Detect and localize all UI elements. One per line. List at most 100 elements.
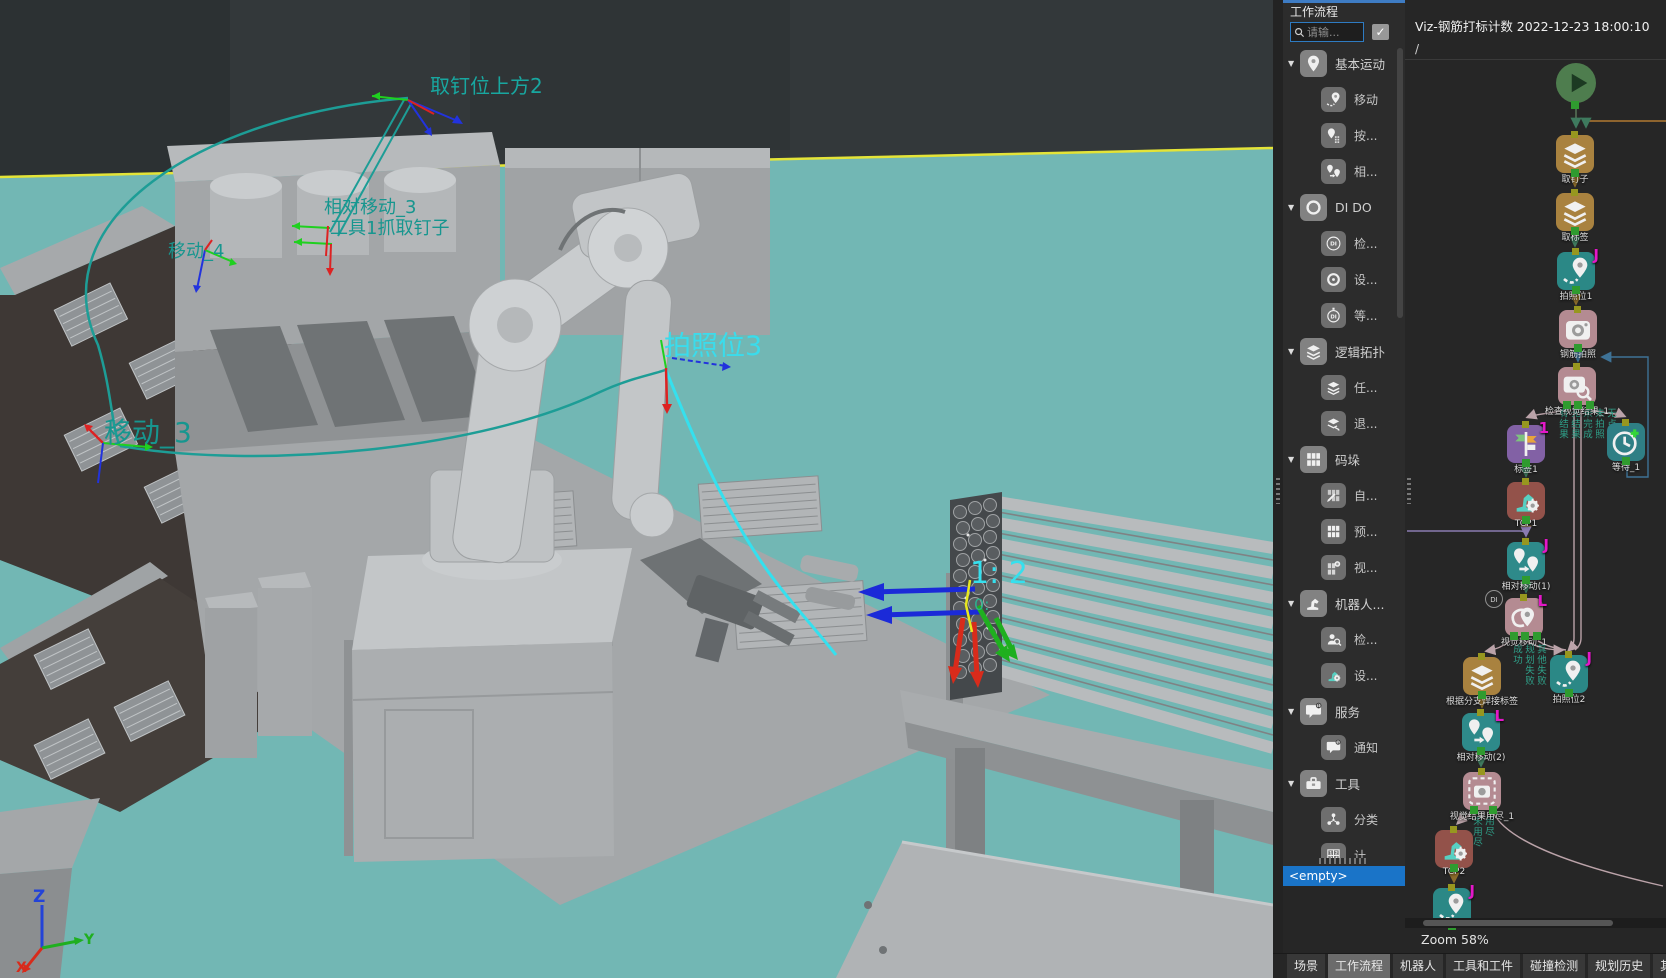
waypoint-label-photo3[interactable]: 拍照位3 xyxy=(664,331,762,362)
tree-item-机器人[interactable]: ▼ 机器人... xyxy=(1283,585,1405,621)
workflow-node-检查视觉结果_1[interactable]: 检查视觉结果_1 xyxy=(1558,367,1596,405)
3d-viewport[interactable]: 取钉位上方2 相对移动_3 工具1抓取钉子 移动_4 拍照位3 移动_3 1: … xyxy=(0,0,1273,978)
svg-text:1: 1 xyxy=(1329,850,1332,856)
workflow-node-视觉移动_1[interactable]: LDI视觉移动_1 xyxy=(1505,598,1543,636)
scrollbar-handle[interactable] xyxy=(1423,920,1613,926)
zoom-level-label: Zoom 58% xyxy=(1421,932,1489,947)
pallet-edit-icon xyxy=(1325,487,1342,504)
tree-item-工具[interactable]: ▼工具 xyxy=(1283,765,1405,801)
layers-icon xyxy=(1466,660,1498,692)
tree-item-自[interactable]: 自... xyxy=(1283,477,1405,513)
search-input[interactable] xyxy=(1305,25,1360,40)
camera-dashed-icon xyxy=(1466,775,1498,807)
workflow-node-标签1[interactable]: 1标签1 xyxy=(1507,425,1545,463)
workflow-graph-panel[interactable]: 取钉子取标签 J拍照位1 钢筋拍照检查视觉结果_1 1标签1 等待_1 TCP1 J相对移动… xyxy=(1405,0,1666,953)
expander-arrow-icon[interactable]: ▼ xyxy=(1288,779,1294,788)
node-badge: J xyxy=(1586,649,1592,667)
output-port xyxy=(1450,864,1458,872)
workflow-node-等待_1[interactable]: 等待_1 xyxy=(1607,423,1645,461)
path-pin-icon xyxy=(1508,601,1540,633)
graph-splitter-grip[interactable] xyxy=(1407,478,1411,504)
tree-item-计[interactable]: 1234计... xyxy=(1283,837,1405,858)
tree-item-按[interactable]: 按... xyxy=(1283,117,1405,153)
output-port xyxy=(1563,401,1571,409)
tree-item-任[interactable]: 任... xyxy=(1283,369,1405,405)
pallet-cam-icon xyxy=(1325,559,1342,576)
filter-checkbox[interactable]: ✓ xyxy=(1372,24,1389,40)
workflow-node-TCP1[interactable]: TCP1 xyxy=(1507,482,1545,520)
layers-icon xyxy=(1325,379,1342,396)
robot-icon xyxy=(1304,594,1323,613)
tree-item-预[interactable]: 预... xyxy=(1283,513,1405,549)
camera-icon xyxy=(1562,313,1594,345)
waypoint-label-tool-grab[interactable]: 工具1抓取钉子 xyxy=(330,218,449,239)
tree-item-设[interactable]: 设... xyxy=(1283,261,1405,297)
tree-item-逻辑拓扑[interactable]: ▼逻辑拓扑 xyxy=(1283,333,1405,369)
input-port xyxy=(1450,826,1457,833)
bottom-tab-工作流程[interactable]: 工作流程 xyxy=(1328,954,1390,978)
tree-item-检[interactable]: 检... xyxy=(1283,621,1405,657)
bottom-tab-其他[interactable]: 其他 xyxy=(1653,954,1666,978)
workflow-node-根据分支焊接标签[interactable]: 根据分支焊接标签 xyxy=(1463,657,1501,695)
tree-item-移动[interactable]: 移动 xyxy=(1283,81,1405,117)
tree-item-服务[interactable]: ▼1服务 xyxy=(1283,693,1405,729)
tree-item-码垛[interactable]: ▼码垛 xyxy=(1283,441,1405,477)
expander-arrow-icon[interactable]: ▼ xyxy=(1288,455,1294,464)
output-port xyxy=(1510,632,1518,640)
waypoint-label-move4[interactable]: 移动_4 xyxy=(168,241,224,262)
workflow-node-取标签[interactable]: 取标签 xyxy=(1556,193,1594,231)
search-box[interactable] xyxy=(1290,22,1364,42)
bottom-tab-场景[interactable]: 场景 xyxy=(1287,954,1325,978)
bottom-tab-碰撞检测[interactable]: 碰撞检测 xyxy=(1523,954,1585,978)
workflow-node-钢筋拍照[interactable]: 钢筋拍照 xyxy=(1559,310,1597,348)
play-icon xyxy=(1559,66,1593,100)
workflow-node-相对移动(2)[interactable]: L相对移动(2) xyxy=(1462,713,1500,751)
expander-arrow-icon[interactable]: ▼ xyxy=(1288,707,1294,716)
workflow-node-拍照位1[interactable]: J拍照位1 xyxy=(1557,252,1595,290)
tree-item-设[interactable]: 设... xyxy=(1283,657,1405,693)
tree-item-分类[interactable]: 分类 xyxy=(1283,801,1405,837)
layers-exit-icon xyxy=(1325,415,1342,432)
expander-arrow-icon[interactable]: ▼ xyxy=(1288,59,1294,68)
graph-title: Viz-钢筋打标计数 2022-12-23 18:00:10 xyxy=(1405,0,1666,42)
circle-icon xyxy=(1304,198,1323,217)
expander-arrow-icon[interactable]: ▼ xyxy=(1288,347,1294,356)
tree-item-label: 任... xyxy=(1354,379,1377,396)
viewport-panel-splitter[interactable] xyxy=(1273,0,1283,953)
expander-arrow-icon[interactable]: ▼ xyxy=(1288,203,1294,212)
layers-icon xyxy=(1559,138,1591,170)
empty-list-item[interactable]: <empty> xyxy=(1283,866,1405,886)
tree-item-基本运动[interactable]: ▼基本运动 xyxy=(1283,45,1405,81)
splitter-grip[interactable] xyxy=(1276,478,1280,504)
tree-scrollbar[interactable] xyxy=(1397,48,1403,318)
pin-pair-icon xyxy=(1465,716,1497,748)
expander-arrow-icon[interactable]: ▼ xyxy=(1288,599,1294,608)
bottom-tab-工具和工件[interactable]: 工具和工件 xyxy=(1446,954,1520,978)
tree-item-label: 计... xyxy=(1354,847,1377,859)
workflow-node-相对移动(1)[interactable]: J相对移动(1) xyxy=(1507,542,1545,580)
input-port xyxy=(1478,653,1485,660)
graph-hscrollbar[interactable] xyxy=(1405,918,1666,928)
edge-branch-labels: 成功规划失败其他失败 xyxy=(1511,644,1547,686)
tree-item-DIDO[interactable]: ▼DI DO xyxy=(1283,189,1405,225)
tree-item-通知[interactable]: 1通知 xyxy=(1283,729,1405,765)
output-port xyxy=(1572,286,1580,294)
workflow-node-取钉子[interactable]: 取钉子 xyxy=(1556,135,1594,173)
tree-splitter-grip[interactable] xyxy=(1319,858,1369,864)
workflow-node-视觉结果用尽_1[interactable]: 视觉结果用尽_1 xyxy=(1463,772,1501,810)
tree-item-等[interactable]: DI等... xyxy=(1283,297,1405,333)
tree-item-视[interactable]: 视... xyxy=(1283,549,1405,585)
tree-item-退[interactable]: 退... xyxy=(1283,405,1405,441)
tree-item-相[interactable]: 相... xyxy=(1283,153,1405,189)
bottom-tab-规划历史[interactable]: 规划历史 xyxy=(1588,954,1650,978)
waypoint-label-move3[interactable]: 移动_3 xyxy=(104,416,192,449)
waypoint-label-pick-above[interactable]: 取钉位上方2 xyxy=(430,74,543,98)
tree-item-检[interactable]: DI检... xyxy=(1283,225,1405,261)
workflow-node-TCP2[interactable]: TCP2 xyxy=(1435,830,1473,868)
tree-item-label: 机器人... xyxy=(1335,594,1384,613)
workflow-node-start[interactable] xyxy=(1556,63,1596,103)
tree-item-label: 设... xyxy=(1354,667,1377,684)
waypoint-label-relmove3[interactable]: 相对移动_3 xyxy=(324,197,416,218)
workflow-node-拍照位2[interactable]: J拍照位2 xyxy=(1550,655,1588,693)
bottom-tab-机器人[interactable]: 机器人 xyxy=(1393,954,1443,978)
